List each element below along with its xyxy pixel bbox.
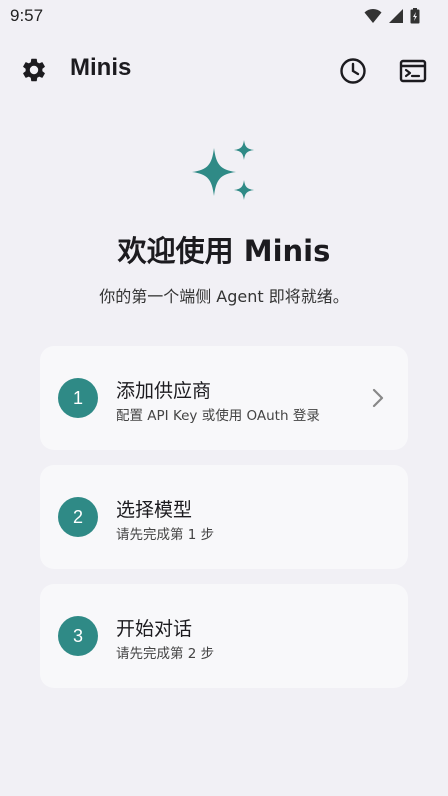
step-card-select-model[interactable]: 2 选择模型 请先完成第 1 步: [40, 465, 408, 569]
signal-icon: [389, 9, 403, 23]
step-description: 请先完成第 1 步: [116, 527, 215, 543]
welcome-title: 欢迎使用 Minis: [117, 234, 331, 268]
status-time: 9:57: [10, 6, 44, 25]
welcome-subtitle: 你的第一个端侧 Agent 即将就绪。: [99, 287, 349, 306]
sparkle-icon: [192, 140, 254, 200]
step-card-start-chat[interactable]: 3 开始对话 请先完成第 2 步: [40, 584, 408, 688]
step-number-badge: 1: [58, 378, 98, 418]
terminal-icon[interactable]: [398, 56, 428, 86]
status-bar: 9:57: [0, 0, 448, 32]
app-bar: Minis: [0, 44, 448, 96]
step-number-badge: 3: [58, 616, 98, 656]
step-card-add-provider[interactable]: 1 添加供应商 配置 API Key 或使用 OAuth 登录: [40, 346, 408, 450]
step-description: 配置 API Key 或使用 OAuth 登录: [116, 408, 320, 424]
step-description: 请先完成第 2 步: [116, 646, 215, 662]
status-icons: [364, 8, 420, 24]
battery-icon: [410, 8, 420, 24]
step-title: 选择模型: [116, 499, 193, 521]
step-number-badge: 2: [58, 497, 98, 537]
gear-icon[interactable]: [20, 56, 48, 84]
step-title: 添加供应商: [116, 380, 212, 402]
wifi-icon: [364, 8, 382, 23]
chevron-right-icon: [372, 388, 384, 408]
app-title: Minis: [70, 54, 132, 81]
history-icon[interactable]: [338, 56, 368, 86]
step-title: 开始对话: [116, 618, 193, 640]
